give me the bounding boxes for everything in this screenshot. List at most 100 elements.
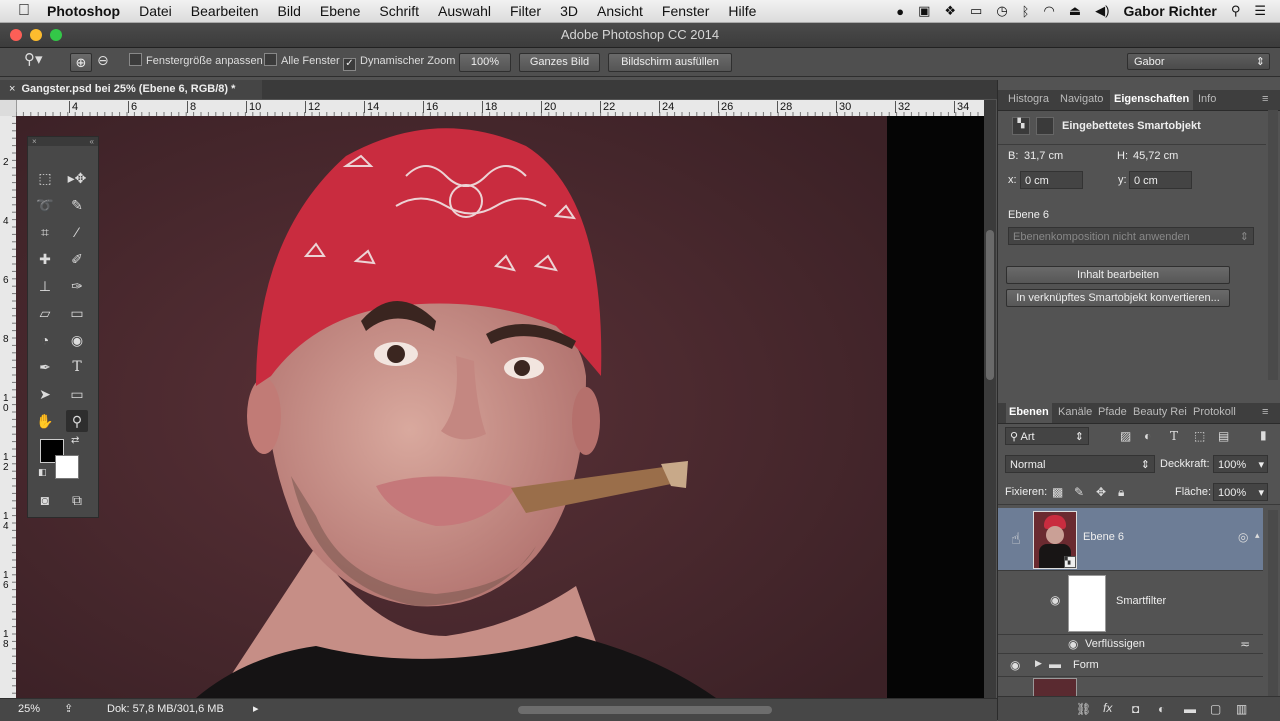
rectangle-tool-icon[interactable]: ▭ <box>66 383 88 405</box>
bluetooth-icon[interactable]: ᛒ <box>1022 4 1030 19</box>
layers-scrollbar[interactable] <box>1268 510 1278 700</box>
fx-icon[interactable]: fx <box>1103 701 1112 715</box>
zoom-tool-icon[interactable]: ⚲ <box>66 410 88 432</box>
filter-pixel-icon[interactable]: ▨ <box>1120 429 1131 443</box>
menu-bild[interactable]: Bild <box>278 3 301 19</box>
notification-center-icon[interactable]: ☰ <box>1254 3 1266 19</box>
layer-row-form[interactable]: ◉ ▶ ▬ Form <box>998 654 1263 677</box>
x-field[interactable]: 0 cm <box>1020 171 1083 189</box>
all-windows-checkbox[interactable]: Alle Fenster <box>264 53 340 70</box>
path-selection-tool-icon[interactable]: ➤ <box>34 383 56 405</box>
mask-icon[interactable] <box>1036 117 1054 135</box>
menu-ebene[interactable]: Ebene <box>320 3 360 19</box>
menu-app[interactable]: Photoshop <box>47 3 120 19</box>
layer-row-ebene-6[interactable]: ☝ ▚ Ebene 6 ◎ ▴ <box>998 508 1263 571</box>
dropbox-icon[interactable]: ❖ <box>944 3 956 19</box>
eject-icon[interactable]: ⏏ <box>1069 3 1081 19</box>
tab-beauty-retouch[interactable]: Beauty Rei <box>1133 406 1187 418</box>
healing-brush-tool-icon[interactable]: ✚ <box>34 248 56 270</box>
trash-icon[interactable]: ▥ <box>1236 702 1247 716</box>
eye-icon[interactable]: ◉ <box>1068 637 1078 651</box>
chevron-down-icon[interactable]: ▾ <box>1258 484 1264 502</box>
lasso-tool-icon[interactable]: ➰ <box>34 194 56 216</box>
camera-icon[interactable]: ▣ <box>918 3 930 19</box>
swap-colors-icon[interactable]: ⇄ <box>71 435 79 446</box>
minimize-window-button[interactable] <box>30 29 42 41</box>
ruler-vertical[interactable]: 2 4 6 8 1 0 1 2 1 4 1 6 1 8 <box>0 116 16 698</box>
lock-transparent-icon[interactable]: ▩ <box>1052 485 1063 499</box>
fill-screen-button[interactable]: Bildschirm ausfüllen <box>608 53 732 72</box>
blur-tool-icon[interactable]: ◔ <box>34 329 56 351</box>
filter-type-icon[interactable]: T <box>1170 429 1178 443</box>
width-value[interactable]: 31,7 cm <box>1024 150 1063 162</box>
tab-navigator[interactable]: Navigato <box>1060 93 1103 105</box>
tab-paths[interactable]: Pfade <box>1098 406 1127 418</box>
fit-window-check[interactable] <box>129 53 142 66</box>
canvas-scrollbar-vertical[interactable] <box>984 100 996 698</box>
ruler-origin[interactable] <box>0 100 17 116</box>
y-field[interactable]: 0 cm <box>1129 171 1192 189</box>
airplay-icon[interactable]: ▭ <box>970 3 982 19</box>
zoom-in-icon[interactable]: ⊕ <box>70 53 92 72</box>
menu-auswahl[interactable]: Auswahl <box>438 3 491 19</box>
all-windows-check[interactable] <box>264 53 277 66</box>
menu-ansicht[interactable]: Ansicht <box>597 3 643 19</box>
eraser-tool-icon[interactable]: ▱ <box>34 302 56 324</box>
collapse-panel-icon[interactable]: « <box>90 137 94 146</box>
properties-scrollbar[interactable] <box>1268 110 1278 380</box>
filter-name[interactable]: Verflüssigen <box>1085 638 1145 650</box>
close-tab-icon[interactable]: × <box>9 83 15 95</box>
filter-shape-icon[interactable]: ⬚ <box>1194 429 1205 443</box>
chevron-down-icon[interactable]: ▾ <box>1258 456 1264 474</box>
layers-panel-menu-icon[interactable]: ≡ <box>1262 406 1268 418</box>
new-layer-icon[interactable]: ▢ <box>1210 702 1221 716</box>
move-tool-icon[interactable]: ▸✥ <box>66 167 88 189</box>
default-colors-icon[interactable]: ◧ <box>38 467 47 478</box>
wifi-icon[interactable]: ◠ <box>1043 3 1054 19</box>
pen-tool-icon[interactable]: ✒ <box>34 356 56 378</box>
volume-icon[interactable]: ◀) <box>1095 3 1109 19</box>
zoom-window-button[interactable] <box>50 29 62 41</box>
tab-channels[interactable]: Kanäle <box>1058 406 1092 418</box>
eyedropper-tool-icon[interactable]: ⁄ <box>66 221 88 243</box>
blend-mode-select[interactable]: Normal ⇕ <box>1005 455 1155 473</box>
user-name[interactable]: Gabor Richter <box>1123 3 1216 19</box>
screen-mode-icon[interactable]: ⧉ <box>66 489 88 511</box>
menu-datei[interactable]: Datei <box>139 3 172 19</box>
zoom-out-icon[interactable]: ⊖ <box>97 52 109 69</box>
close-panel-icon[interactable]: × <box>32 137 37 146</box>
eye-icon[interactable]: ◉ <box>1010 658 1020 672</box>
horizontal-scroll-thumb[interactable] <box>518 706 772 714</box>
new-group-icon[interactable]: ▬ <box>1184 702 1196 716</box>
filter-adjustment-icon[interactable]: ◐ <box>1144 429 1151 443</box>
fill-field[interactable]: 100% ▾ <box>1213 483 1268 501</box>
menu-hilfe[interactable]: Hilfe <box>728 3 756 19</box>
crop-tool-icon[interactable]: ⌗ <box>34 221 56 243</box>
expand-arrow-icon[interactable]: ▶ <box>1035 658 1042 669</box>
quick-selection-tool-icon[interactable]: ✎ <box>66 194 88 216</box>
menu-3d[interactable]: 3D <box>560 3 578 19</box>
group-name[interactable]: Form <box>1073 659 1099 671</box>
export-icon[interactable]: ⇪ <box>64 702 73 715</box>
filter-smart-object-icon[interactable]: ▤ <box>1218 429 1229 443</box>
zoom-100-button[interactable]: 100% <box>459 53 511 72</box>
menu-fenster[interactable]: Fenster <box>662 3 709 19</box>
smart-filter-name[interactable]: Smartfilter <box>1116 595 1166 607</box>
panel-menu-icon[interactable]: ≡ <box>1262 93 1268 105</box>
tab-layers[interactable]: Ebenen <box>1006 403 1052 423</box>
filter-liquify-row[interactable]: ◉ Verflüssigen ≂ <box>998 635 1263 654</box>
filter-mask-thumbnail[interactable] <box>1068 575 1106 632</box>
document-canvas[interactable] <box>16 116 984 698</box>
link-layers-icon[interactable]: ⛓ <box>1076 702 1091 716</box>
workspace-select[interactable]: Gabor ⇕ <box>1127 53 1270 70</box>
zoom-tool-preset-icon[interactable]: ⚲▾ <box>24 51 43 68</box>
smart-filter-indicator-icon[interactable]: ◎ <box>1238 530 1248 544</box>
history-brush-tool-icon[interactable]: ✑ <box>66 275 88 297</box>
dynamic-zoom-checkbox[interactable]: ✓ Dynamischer Zoom <box>343 53 455 71</box>
layer-filter-select[interactable]: ⚲ Art ⇕ <box>1005 427 1089 445</box>
time-machine-icon[interactable]: ◷ <box>996 3 1007 19</box>
add-mask-icon[interactable]: ◘ <box>1132 702 1139 716</box>
menu-filter[interactable]: Filter <box>510 3 541 19</box>
gradient-tool-icon[interactable]: ▭ <box>66 302 88 324</box>
hat-icon[interactable]: ● <box>896 4 904 19</box>
